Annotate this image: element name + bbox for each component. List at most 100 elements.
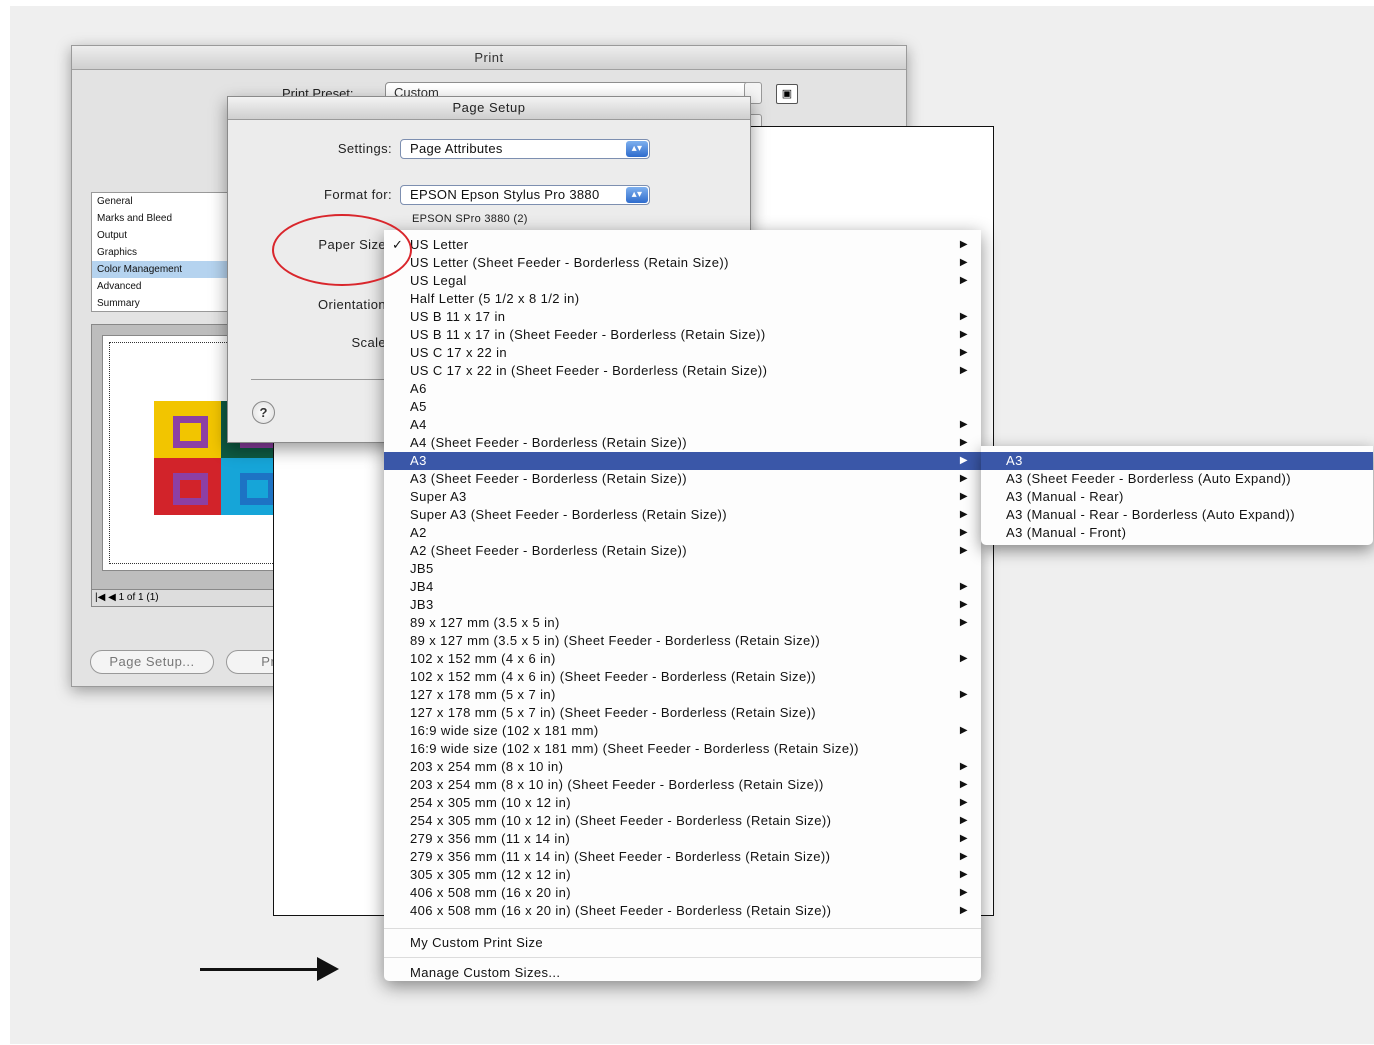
- paper-size-item[interactable]: 16:9 wide size (102 x 181 mm) (Sheet Fee…: [384, 740, 981, 758]
- my-custom-print-size-item[interactable]: My Custom Print Size: [384, 934, 981, 952]
- submenu-arrow-icon: ▶: [959, 419, 968, 430]
- paper-size-label: 406 x 508 mm (16 x 20 in) (Sheet Feeder …: [410, 903, 832, 918]
- paper-size-item[interactable]: A4 (Sheet Feeder - Borderless (Retain Si…: [384, 434, 981, 452]
- paper-size-label: US C 17 x 22 in (Sheet Feeder - Borderle…: [410, 363, 768, 378]
- paper-size-item[interactable]: Half Letter (5 1/2 x 8 1/2 in): [384, 290, 981, 308]
- paper-size-item[interactable]: 305 x 305 mm (12 x 12 in) ▶: [384, 866, 981, 884]
- paper-size-item[interactable]: A2 (Sheet Feeder - Borderless (Retain Si…: [384, 542, 981, 560]
- paper-size-label: 406 x 508 mm (16 x 20 in): [410, 885, 572, 900]
- page-setup-title: Page Setup: [228, 97, 750, 120]
- paper-size-label: Super A3: [410, 489, 467, 504]
- paper-size-item[interactable]: 102 x 152 mm (4 x 6 in) (Sheet Feeder - …: [384, 668, 981, 686]
- settings-value: Page Attributes: [410, 141, 503, 156]
- paper-size-label: A4: [410, 417, 427, 432]
- prev-page-icon[interactable]: ◀: [108, 592, 116, 603]
- paper-size-label: US B 11 x 17 in: [410, 309, 506, 324]
- paper-size-item[interactable]: 254 x 305 mm (10 x 12 in) ▶: [384, 794, 981, 812]
- category-item[interactable]: Color Management: [92, 261, 227, 278]
- category-item[interactable]: Output: [92, 227, 227, 244]
- a3-option-item[interactable]: A3 (Manual - Rear): [981, 488, 1373, 506]
- paper-size-label: US Legal: [410, 273, 467, 288]
- paper-size-label: US Letter (Sheet Feeder - Borderless (Re…: [410, 255, 729, 270]
- annotation-arrow-head: [317, 957, 339, 981]
- a3-option-item[interactable]: A3 (Sheet Feeder - Borderless (Auto Expa…: [981, 470, 1373, 488]
- preview-square-yellow: [154, 401, 221, 458]
- paper-size-item[interactable]: US C 17 x 22 in ▶: [384, 344, 981, 362]
- paper-size-item[interactable]: Super A3 ▶: [384, 488, 981, 506]
- first-page-icon[interactable]: |◀: [95, 592, 105, 603]
- page-setup-button[interactable]: Page Setup...: [90, 650, 214, 674]
- paper-size-label: 16:9 wide size (102 x 181 mm) (Sheet Fee…: [410, 741, 859, 756]
- submenu-arrow-icon: ▶: [959, 797, 968, 808]
- category-item[interactable]: Advanced: [92, 278, 227, 295]
- category-item[interactable]: Summary: [92, 295, 227, 312]
- paper-size-label: US C 17 x 22 in: [410, 345, 508, 360]
- submenu-arrow-icon: ▶: [959, 869, 968, 880]
- a3-option-item[interactable]: A3: [981, 452, 1373, 470]
- paper-size-item[interactable]: 127 x 178 mm (5 x 7 in) (Sheet Feeder - …: [384, 704, 981, 722]
- paper-size-item[interactable]: 16:9 wide size (102 x 181 mm) ▶: [384, 722, 981, 740]
- floppy-disk-icon[interactable]: ▣: [776, 84, 798, 104]
- paper-size-item[interactable]: Super A3 (Sheet Feeder - Borderless (Ret…: [384, 506, 981, 524]
- a3-option-label: A3 (Manual - Rear): [1006, 489, 1124, 504]
- submenu-arrow-icon: ▶: [959, 617, 968, 628]
- a3-option-label: A3 (Manual - Front): [1006, 525, 1127, 540]
- paper-size-item[interactable]: 102 x 152 mm (4 x 6 in) ▶: [384, 650, 981, 668]
- paper-size-item[interactable]: US B 11 x 17 in ▶: [384, 308, 981, 326]
- settings-popup[interactable]: Page Attributes ▴▾: [400, 139, 650, 159]
- a3-option-item[interactable]: A3 (Manual - Front): [981, 524, 1373, 542]
- a3-option-item[interactable]: A3 (Manual - Rear - Borderless (Auto Exp…: [981, 506, 1373, 524]
- paper-size-item[interactable]: 406 x 508 mm (16 x 20 in) ▶: [384, 884, 981, 902]
- paper-size-item[interactable]: US Letter (Sheet Feeder - Borderless (Re…: [384, 254, 981, 272]
- submenu-arrow-icon: ▶: [959, 545, 968, 556]
- submenu-arrow-icon: ▶: [959, 473, 968, 484]
- paper-size-label: 127 x 178 mm (5 x 7 in) (Sheet Feeder - …: [410, 705, 817, 720]
- paper-size-item[interactable]: 279 x 356 mm (11 x 14 in) ▶: [384, 830, 981, 848]
- format-value: EPSON Epson Stylus Pro 3880: [410, 187, 600, 202]
- manage-custom-sizes-label: Manage Custom Sizes...: [410, 965, 561, 980]
- category-item[interactable]: Graphics: [92, 244, 227, 261]
- paper-size-item[interactable]: 254 x 305 mm (10 x 12 in) (Sheet Feeder …: [384, 812, 981, 830]
- print-dialog-title: Print: [72, 46, 906, 70]
- format-for-label: Format for:: [324, 187, 392, 202]
- paper-size-item[interactable]: 89 x 127 mm (3.5 x 5 in) (Sheet Feeder -…: [384, 632, 981, 650]
- paper-size-item[interactable]: A3 ▶: [384, 452, 981, 470]
- paper-size-item[interactable]: ✓ US Letter ▶: [384, 236, 981, 254]
- help-icon[interactable]: ?: [252, 401, 275, 424]
- paper-size-item[interactable]: A2 ▶: [384, 524, 981, 542]
- submenu-arrow-icon: ▶: [959, 347, 968, 358]
- paper-size-item[interactable]: 203 x 254 mm (8 x 10 in) ▶: [384, 758, 981, 776]
- paper-size-item[interactable]: JB3 ▶: [384, 596, 981, 614]
- paper-size-item[interactable]: 89 x 127 mm (3.5 x 5 in) ▶: [384, 614, 981, 632]
- paper-size-label: 305 x 305 mm (12 x 12 in): [410, 867, 572, 882]
- paper-size-label: US B 11 x 17 in (Sheet Feeder - Borderle…: [410, 327, 766, 342]
- paper-size-item[interactable]: US Legal ▶: [384, 272, 981, 290]
- category-item[interactable]: General: [92, 193, 227, 210]
- paper-size-item[interactable]: JB4 ▶: [384, 578, 981, 596]
- paper-size-item[interactable]: 406 x 508 mm (16 x 20 in) (Sheet Feeder …: [384, 902, 981, 920]
- submenu-arrow-icon: ▶: [959, 779, 968, 790]
- paper-size-label: Super A3 (Sheet Feeder - Borderless (Ret…: [410, 507, 727, 522]
- submenu-arrow-icon: ▶: [959, 815, 968, 826]
- paper-size-item[interactable]: 203 x 254 mm (8 x 10 in) (Sheet Feeder -…: [384, 776, 981, 794]
- paper-size-item[interactable]: JB5: [384, 560, 981, 578]
- paper-size-item[interactable]: A6: [384, 380, 981, 398]
- paper-size-item[interactable]: US B 11 x 17 in (Sheet Feeder - Borderle…: [384, 326, 981, 344]
- custom-size-label: My Custom Print Size: [410, 935, 543, 950]
- submenu-arrow-icon: ▶: [959, 455, 968, 466]
- paper-size-label: A2 (Sheet Feeder - Borderless (Retain Si…: [410, 543, 687, 558]
- paper-size-label: 16:9 wide size (102 x 181 mm): [410, 723, 599, 738]
- paper-size-item[interactable]: A5: [384, 398, 981, 416]
- paper-size-label: JB4: [410, 579, 434, 594]
- paper-size-label: 254 x 305 mm (10 x 12 in) (Sheet Feeder …: [410, 813, 832, 828]
- paper-size-item[interactable]: US C 17 x 22 in (Sheet Feeder - Borderle…: [384, 362, 981, 380]
- category-item[interactable]: Marks and Bleed: [92, 210, 227, 227]
- submenu-arrow-icon: ▶: [959, 257, 968, 268]
- paper-size-item[interactable]: A4 ▶: [384, 416, 981, 434]
- format-for-popup[interactable]: EPSON Epson Stylus Pro 3880 ▴▾: [400, 185, 650, 205]
- manage-custom-sizes-item[interactable]: Manage Custom Sizes...: [384, 964, 981, 982]
- paper-size-item[interactable]: 279 x 356 mm (11 x 14 in) (Sheet Feeder …: [384, 848, 981, 866]
- paper-size-item[interactable]: 127 x 178 mm (5 x 7 in) ▶: [384, 686, 981, 704]
- submenu-arrow-icon: ▶: [959, 887, 968, 898]
- paper-size-item[interactable]: A3 (Sheet Feeder - Borderless (Retain Si…: [384, 470, 981, 488]
